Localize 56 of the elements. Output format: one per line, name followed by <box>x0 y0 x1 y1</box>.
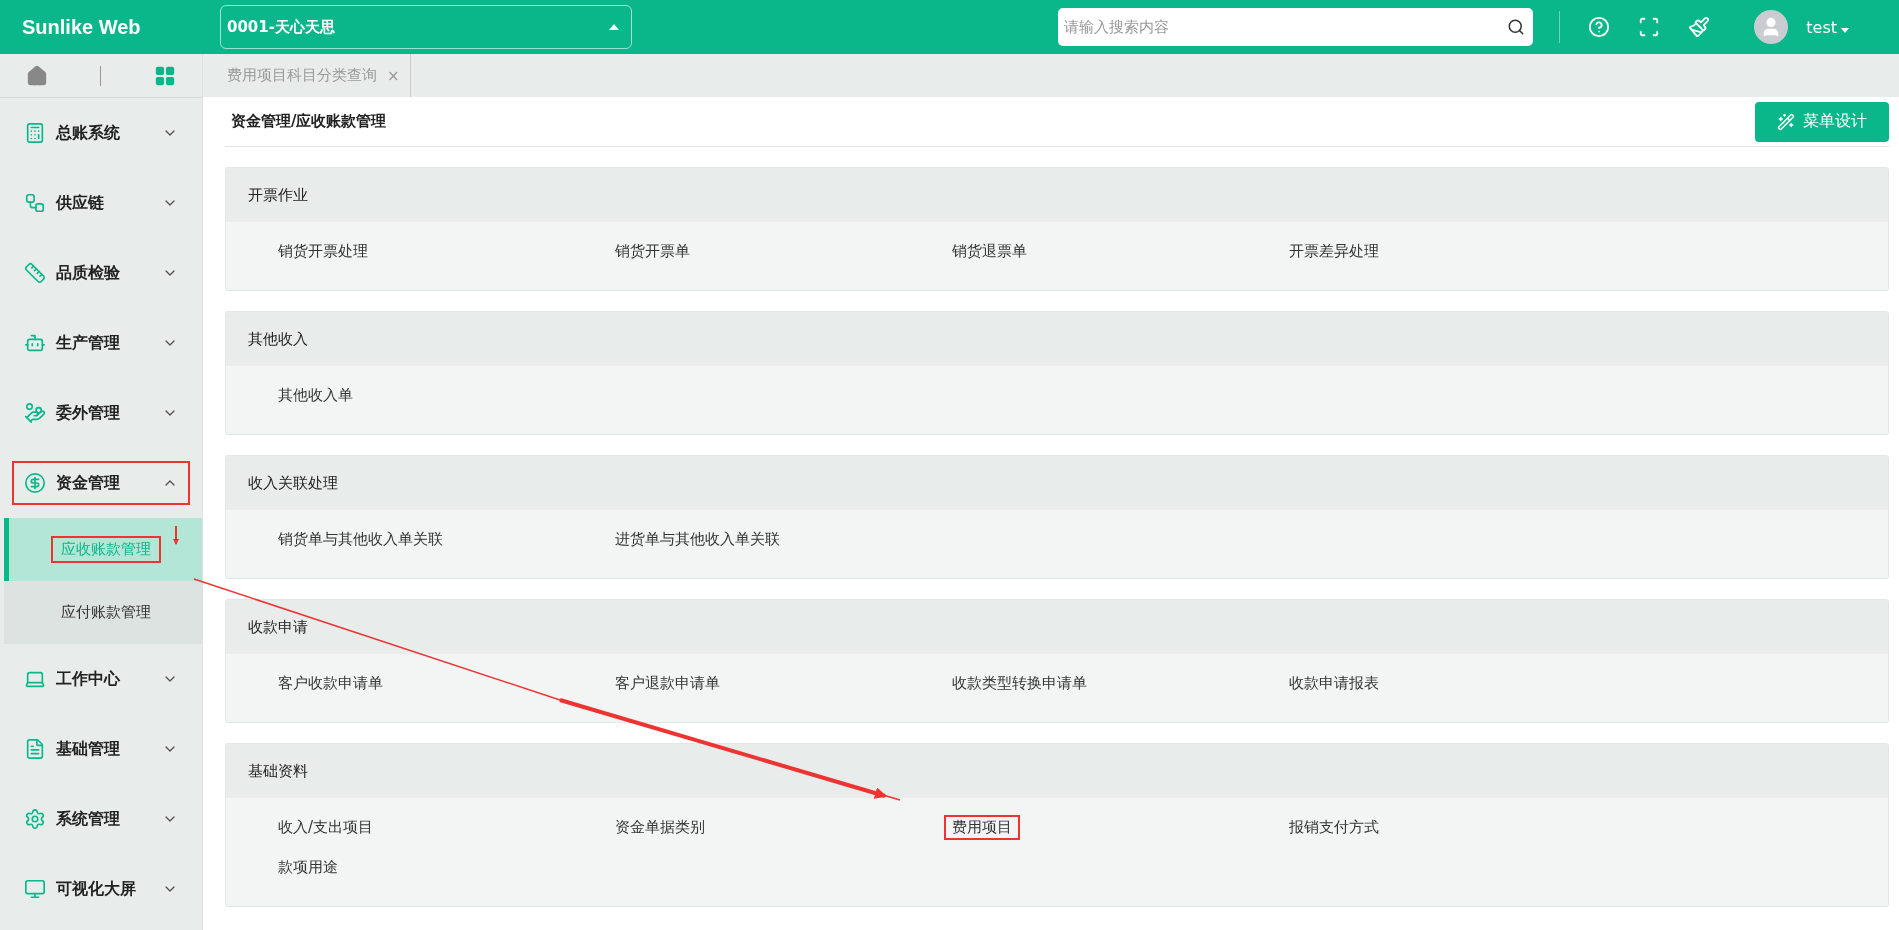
menu-link[interactable]: 销货退票单 <box>944 238 1035 264</box>
menu-link[interactable]: 客户退款申请单 <box>607 670 728 696</box>
help-icon[interactable] <box>1588 16 1611 38</box>
section-title: 开票作业 <box>226 168 1888 222</box>
menu-link[interactable]: 收款类型转换申请单 <box>944 670 1095 696</box>
breadcrumb: 资金管理/应收账款管理 <box>230 112 387 131</box>
sidebar-item[interactable]: 资金管理 <box>12 461 190 505</box>
calculator-icon <box>24 122 46 144</box>
menu-link[interactable]: 进货单与其他收入单关联 <box>607 526 788 552</box>
ruler-icon <box>24 262 46 284</box>
document-icon <box>24 738 46 760</box>
sidebar-item[interactable]: 工作中心 <box>12 657 190 701</box>
menu-link[interactable]: 开票差异处理 <box>1281 238 1387 264</box>
section-title: 基础资料 <box>226 744 1888 798</box>
search-icon[interactable] <box>1507 18 1526 36</box>
sidebar-item[interactable]: 供应链 <box>12 181 190 225</box>
menu-link[interactable]: 报销支付方式 <box>1281 814 1387 840</box>
sidebar-item[interactable]: 生产管理 <box>12 321 190 365</box>
menu-link[interactable]: 销货开票处理 <box>270 238 376 264</box>
menu-link[interactable]: 资金单据类别 <box>607 814 713 840</box>
menu-link[interactable]: 其他收入单 <box>270 382 361 408</box>
sidebar-item[interactable]: 总账系统 <box>12 111 190 155</box>
section-title: 收款申请 <box>226 600 1888 654</box>
sidebar-item[interactable]: 品质检验 <box>12 251 190 295</box>
workflow-icon <box>24 192 46 214</box>
app-logo: Sunlike Web <box>21 15 142 39</box>
menu-link[interactable]: 销货单与其他收入单关联 <box>270 526 451 552</box>
coin-icon <box>24 472 46 494</box>
avatar-icon[interactable] <box>1754 10 1789 44</box>
sidebar-item[interactable]: 系统管理 <box>12 797 190 841</box>
menu-link[interactable]: 客户收款申请单 <box>270 670 391 696</box>
menu-link[interactable]: 销货开票单 <box>607 238 698 264</box>
section-title: 其他收入 <box>226 312 1888 366</box>
section-title: 收入关联处理 <box>226 456 1888 510</box>
grid-icon[interactable] <box>153 64 176 87</box>
home-icon[interactable] <box>26 64 49 87</box>
monitor-icon <box>24 878 46 900</box>
menu-link[interactable]: 费用项目 <box>944 814 1020 840</box>
brush-icon[interactable] <box>1688 16 1711 38</box>
sidebar-item[interactable]: 基础管理 <box>12 727 190 771</box>
fullscreen-icon[interactable] <box>1638 16 1661 38</box>
search-field[interactable]: 请输入搜索内容 <box>1058 8 1534 46</box>
gear-icon <box>24 808 46 830</box>
magic-wand-icon <box>1777 112 1795 131</box>
menu-link[interactable]: 款项用途 <box>270 854 346 880</box>
sidebar-item[interactable]: 委外管理 <box>12 391 190 435</box>
sidebar-item[interactable]: 可视化大屏 <box>12 867 190 911</box>
caret-icon <box>609 24 619 30</box>
submenu-item[interactable]: 应付账款管理 <box>4 581 202 644</box>
submenu-label: 应收账款管理 <box>50 536 161 563</box>
robot-icon <box>24 332 46 354</box>
menu-link[interactable]: 收入/支出项目 <box>270 814 382 840</box>
submenu-label: 应付账款管理 <box>59 602 152 623</box>
hand-coins-icon <box>24 402 46 424</box>
menu-link[interactable]: 收款申请报表 <box>1281 670 1387 696</box>
annotation-arrow <box>173 525 179 545</box>
